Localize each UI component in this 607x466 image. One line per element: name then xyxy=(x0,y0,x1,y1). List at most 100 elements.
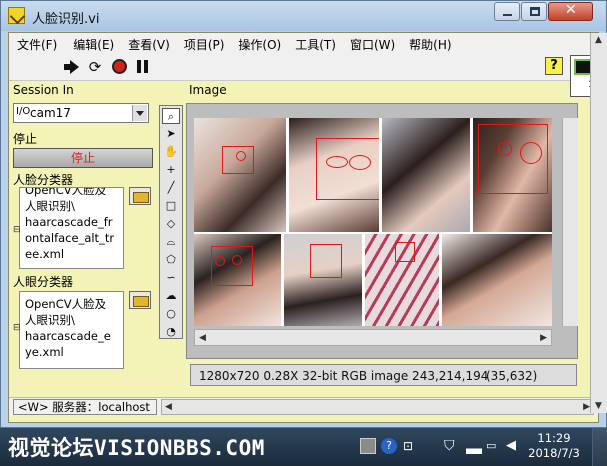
show-desktop-button[interactable] xyxy=(592,428,607,466)
network-share-icon[interactable]: ⊡ xyxy=(403,438,419,454)
image-info-text: 1280x720 0.28X 32-bit RGB image 243,214,… xyxy=(199,369,489,383)
clock-time: 11:29 xyxy=(537,431,571,445)
eye-path-line: ye.xml xyxy=(25,345,64,359)
menu-edit[interactable]: 编辑(E) xyxy=(73,33,114,53)
freehand-closed-icon[interactable]: ☁ xyxy=(162,288,180,304)
title-bar[interactable]: 人脸识别.vi ✕ xyxy=(1,1,606,31)
shield-icon[interactable]: ⛉ xyxy=(444,438,460,454)
photo-face xyxy=(284,234,362,326)
face-path-line: 人眼识别\ xyxy=(25,199,75,213)
face-detection-box xyxy=(395,242,415,262)
face-path-line: haarcascade_fr xyxy=(25,215,113,229)
image-display[interactable]: ◀ ▶ xyxy=(186,103,578,359)
image-horizontal-scrollbar[interactable]: ◀ ▶ xyxy=(194,329,552,346)
eye-detection-circle xyxy=(232,255,242,265)
help-tray-icon[interactable]: ? xyxy=(381,438,397,454)
zoom-icon[interactable]: ⌕ xyxy=(162,108,180,124)
rectangle-icon[interactable]: □ xyxy=(162,198,180,214)
scroll-right-icon[interactable]: ▶ xyxy=(583,402,590,412)
close-icon: ✕ xyxy=(565,2,577,18)
photo-face xyxy=(289,118,379,232)
photo-face xyxy=(194,118,286,232)
face-path-line: ontalface_alt_tr xyxy=(25,231,115,245)
eye-path-line: haarcascade_e xyxy=(25,329,111,343)
arrow-pointer-icon[interactable]: ➤ xyxy=(162,126,180,142)
window-title: 人脸识别.vi xyxy=(32,12,100,27)
face-path-line: OpenCV人脸及 xyxy=(25,187,107,197)
eye-browse-button[interactable] xyxy=(129,291,151,309)
eye-classifier-path[interactable]: OpenCV人脸及 人眼识别\ haarcascade_e ye.xml xyxy=(19,291,124,369)
help-icon[interactable]: ? xyxy=(545,57,563,75)
menu-view[interactable]: 查看(V) xyxy=(128,33,170,53)
status-strip: <W> 服务器：localhost ◀ ▶ xyxy=(9,397,598,415)
image-label: Image xyxy=(189,83,227,97)
menu-operate[interactable]: 操作(O) xyxy=(238,33,281,53)
scroll-up-icon[interactable]: ▲ xyxy=(595,35,602,45)
freehand-icon[interactable]: ∽ xyxy=(162,270,180,286)
scroll-right-icon[interactable]: ▶ xyxy=(540,333,547,343)
chevron-down-icon[interactable] xyxy=(132,105,147,121)
server-status: <W> 服务器：localhost xyxy=(13,399,157,415)
minimize-icon xyxy=(503,14,512,16)
line-icon[interactable]: ╱ xyxy=(162,180,180,196)
scroll-down-icon[interactable]: ▼ xyxy=(595,401,602,411)
front-panel: 文件(F) 编辑(E) 查看(V) 项目(P) 操作(O) 工具(T) 窗口(W… xyxy=(8,32,599,423)
polygon-icon[interactable]: ⬠ xyxy=(162,252,180,268)
close-button[interactable]: ✕ xyxy=(548,2,593,21)
run-continuous-icon[interactable]: ⟳ xyxy=(87,59,103,75)
menu-project[interactable]: 项目(P) xyxy=(184,33,225,53)
photo-face xyxy=(382,118,470,232)
clock[interactable]: 11:29 2018/7/3 xyxy=(524,431,584,461)
maximize-icon xyxy=(530,7,540,16)
face-classifier-path[interactable]: OpenCV人脸及 人眼识别\ haarcascade_fr ontalface… xyxy=(19,187,124,269)
photo-face xyxy=(473,118,552,232)
watermark-text: 视觉论坛VISIONBBS.COM xyxy=(8,436,265,460)
oval-icon[interactable]: ○ xyxy=(162,306,180,322)
minimize-button[interactable] xyxy=(494,2,520,21)
path-icon: ⊟ xyxy=(13,323,21,333)
abort-icon[interactable] xyxy=(112,59,127,74)
image-canvas[interactable] xyxy=(194,118,552,326)
pause-icon[interactable] xyxy=(135,59,151,75)
face-browse-button[interactable] xyxy=(129,187,151,205)
keyboard-icon[interactable] xyxy=(360,438,376,454)
annulus-icon[interactable]: ◔ xyxy=(162,324,180,340)
monitor-icon[interactable]: ▭ xyxy=(486,438,502,454)
cursor-coords: (35,632) xyxy=(486,369,538,383)
eye-detection-circle xyxy=(520,142,542,164)
menu-window[interactable]: 窗口(W) xyxy=(350,33,395,53)
hand-pan-icon[interactable]: ✋ xyxy=(162,144,180,160)
eye-detection-circle xyxy=(326,156,348,168)
photo-face xyxy=(365,234,439,326)
panel-horizontal-scrollbar[interactable]: ◀ ▶ xyxy=(161,399,594,415)
face-detection-box xyxy=(310,244,342,278)
eye-classifier-label: 人眼分类器 xyxy=(13,275,74,289)
menu-tools[interactable]: 工具(T) xyxy=(295,33,336,53)
clock-date: 2018/7/3 xyxy=(528,446,580,460)
face-detection-box xyxy=(211,246,253,286)
face-detection-box xyxy=(316,138,379,200)
image-info-bar: 1280x720 0.28X 32-bit RGB image 243,214,… xyxy=(190,364,577,386)
scroll-left-icon[interactable]: ◀ xyxy=(199,333,206,343)
session-in-control[interactable]: I/O cam17 xyxy=(13,103,149,123)
maximize-button[interactable] xyxy=(521,2,547,21)
session-label: Session In xyxy=(13,83,74,97)
run-arrow-icon[interactable] xyxy=(64,59,80,75)
eye-detection-circle xyxy=(498,142,512,156)
photo-face xyxy=(442,234,552,326)
panel-vertical-scrollbar[interactable]: ▲ ▼ xyxy=(590,33,607,413)
signal-icon[interactable] xyxy=(466,438,482,454)
menu-file[interactable]: 文件(F) xyxy=(17,33,57,53)
photo-face xyxy=(194,234,281,326)
face-path-line: ee.xml xyxy=(25,247,65,261)
stop-label: 停止 xyxy=(13,132,38,146)
image-vertical-scrollbar[interactable] xyxy=(562,118,578,326)
menu-help[interactable]: 帮助(H) xyxy=(409,33,451,53)
polyline-icon[interactable]: ⌓ xyxy=(162,234,180,250)
io-icon: I/O xyxy=(16,106,31,117)
crosshair-icon[interactable]: + xyxy=(162,162,180,178)
scroll-left-icon[interactable]: ◀ xyxy=(165,402,172,412)
volume-icon[interactable]: ◀ xyxy=(506,438,522,454)
rotated-rectangle-icon[interactable]: ◇ xyxy=(162,216,180,232)
stop-button[interactable]: 停止 xyxy=(13,148,153,168)
